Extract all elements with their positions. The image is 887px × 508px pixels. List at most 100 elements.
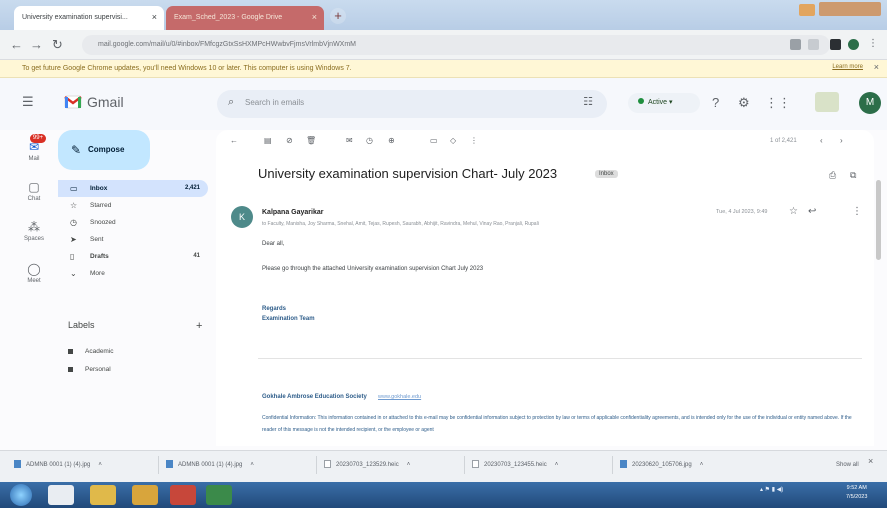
delete-icon[interactable]: 🗑	[306, 136, 316, 145]
profile-avatar-icon[interactable]	[848, 39, 859, 50]
file-icon	[14, 460, 21, 469]
reply-icon[interactable]: ↩	[808, 206, 816, 217]
more-actions-icon[interactable]: ⋮	[470, 136, 478, 145]
sidebar-item-drafts[interactable]: ▯ Drafts 41	[58, 248, 208, 265]
rail-mail[interactable]: ✉ Mail	[14, 140, 54, 162]
help-icon[interactable]: ?	[712, 95, 719, 110]
unread-badge: 99+	[30, 134, 46, 143]
status-selector[interactable]: Active ▾	[628, 93, 700, 113]
browser-tab-drive[interactable]: Exam_Sched_2023 - Google Drive ×	[166, 6, 324, 30]
close-icon[interactable]: ×	[874, 62, 879, 72]
taskbar-app-icon[interactable]	[206, 485, 232, 505]
bookmark-star-icon[interactable]	[808, 39, 819, 50]
labels-icon[interactable]: ◇	[450, 136, 456, 145]
move-to-icon[interactable]: ▭	[430, 136, 438, 145]
kebab-menu-icon[interactable]: ⋮	[868, 38, 878, 49]
sidebar-item-more[interactable]: ⌄ More	[58, 265, 208, 282]
sidebar-item-sent[interactable]: ➤ Sent	[58, 231, 208, 248]
chevron-up-icon[interactable]: ˄	[250, 462, 254, 468]
add-task-icon[interactable]: ⊕	[388, 136, 395, 145]
rail-spaces[interactable]: ⁂ Spaces	[14, 220, 54, 242]
sender-avatar[interactable]: K	[231, 206, 253, 228]
sidebar-item-inbox[interactable]: ▭ Inbox 2,421	[58, 180, 208, 197]
download-item[interactable]: ADMNB 0001 (1) (4).jpg ˄	[14, 457, 102, 473]
hamburger-menu-icon[interactable]: ☰	[22, 94, 34, 110]
forward-icon[interactable]: →	[30, 37, 43, 52]
taskbar-chrome-icon[interactable]	[170, 485, 196, 505]
taskbar-explorer-icon[interactable]	[48, 485, 74, 505]
chevron-up-icon[interactable]: ˄	[555, 462, 559, 468]
taskbar-folder-icon[interactable]	[132, 485, 158, 505]
chevron-up-icon[interactable]: ˄	[700, 462, 704, 468]
chevron-up-icon[interactable]: ˄	[407, 462, 411, 468]
close-icon[interactable]: ×	[868, 456, 873, 466]
system-tray[interactable]: ▴ ⚑ ▮ ◀)	[760, 486, 783, 493]
organization-link[interactable]: www.gokhale.edu	[378, 394, 421, 400]
status-dot-icon	[638, 98, 644, 104]
new-tab-button[interactable]: +	[330, 8, 346, 24]
next-icon[interactable]: ›	[840, 136, 843, 145]
sidebar-item-starred[interactable]: ☆ Starred	[58, 197, 208, 214]
send-icon: ➤	[70, 235, 77, 244]
chevron-up-icon[interactable]: ˄	[98, 462, 102, 468]
extension-icon[interactable]	[830, 39, 841, 50]
apps-grid-icon[interactable]: ⋮⋮	[765, 95, 791, 111]
search-icon[interactable]: ⌕	[228, 96, 234, 109]
recipients-line[interactable]: to Faculty, Manisha, Joy Sharma, Snehal,…	[262, 221, 742, 227]
start-button[interactable]	[10, 484, 32, 506]
share-icon[interactable]	[790, 39, 801, 50]
print-icon[interactable]: ⎙	[829, 170, 836, 181]
search-bar[interactable]: ⌕ Search in emails ☷	[217, 90, 607, 118]
screen: University examination supervisi... × Ex…	[0, 0, 887, 508]
download-filename: 20230620_105706.jpg	[632, 462, 692, 468]
sidebar-item-snoozed[interactable]: ◷ Snoozed	[58, 214, 208, 231]
search-input[interactable]: Search in emails	[245, 98, 304, 107]
taskbar-media-icon[interactable]	[90, 485, 116, 505]
divider	[316, 456, 317, 474]
back-to-inbox-icon[interactable]: ←	[230, 136, 238, 145]
learn-more-link[interactable]: Learn more	[832, 64, 863, 70]
rail-meet[interactable]: ◯ Meet	[14, 262, 54, 284]
open-new-window-icon[interactable]: ⧉	[850, 170, 856, 181]
organization-logo[interactable]	[815, 92, 839, 112]
settings-gear-icon[interactable]: ⚙	[738, 95, 750, 111]
download-filename: ADMNB 0001 (1) (4).jpg	[26, 462, 91, 468]
archive-icon[interactable]: ▤	[264, 136, 272, 145]
report-spam-icon[interactable]: ⊘	[286, 136, 293, 145]
rail-chat[interactable]: ▢ Chat	[14, 180, 54, 202]
download-item[interactable]: ADMNB 0001 (1) (4).jpg ˄	[166, 457, 254, 473]
download-item[interactable]: 20230620_105706.jpg ˄	[620, 457, 703, 473]
close-icon[interactable]: ×	[312, 12, 317, 22]
show-all-downloads-button[interactable]: Show all	[836, 457, 859, 473]
mark-unread-icon[interactable]: ✉	[346, 136, 353, 145]
file-icon	[166, 460, 173, 469]
more-options-icon[interactable]: ⋮	[852, 206, 862, 217]
filter-options-icon[interactable]: ☷	[583, 95, 593, 108]
download-item[interactable]: 20230703_123529.heic ˄	[324, 457, 410, 473]
snooze-icon[interactable]: ◷	[366, 136, 373, 145]
address-bar-row: ← → ↻ mail.google.com/mail/u/0/#inbox/FM…	[0, 30, 887, 60]
add-label-button[interactable]: +	[196, 320, 202, 332]
compose-button[interactable]: ✎ Compose	[58, 130, 150, 170]
file-icon	[324, 460, 331, 469]
back-icon[interactable]: ←	[10, 37, 23, 52]
download-item[interactable]: 20230703_123455.heic ˄	[472, 457, 558, 473]
sender-name[interactable]: Kalpana Gayarikar	[262, 209, 323, 216]
label-item-personal[interactable]: Personal	[68, 366, 111, 373]
email-subject: University examination supervision Chart…	[258, 166, 558, 181]
close-icon[interactable]: ×	[152, 12, 157, 22]
window-controls[interactable]	[819, 2, 881, 16]
star-icon[interactable]: ☆	[789, 206, 798, 217]
browser-tab-gmail[interactable]: University examination supervisi... ×	[14, 6, 164, 30]
inbox-label-chip[interactable]: Inbox	[595, 170, 618, 178]
reload-icon[interactable]: ↻	[52, 37, 63, 53]
account-avatar[interactable]: M	[859, 92, 881, 114]
label-item-academic[interactable]: Academic	[68, 348, 114, 355]
gmail-wordmark: Gmail	[87, 94, 124, 110]
label-name: Personal	[85, 366, 111, 373]
url-field[interactable]: mail.google.com/mail/u/0/#inbox/FMfcgzGt…	[82, 35, 830, 55]
scrollbar[interactable]	[876, 180, 881, 260]
profile-icon[interactable]	[799, 4, 815, 16]
taskbar-clock[interactable]: 9:52 AM 7/5/2023	[846, 484, 867, 502]
prev-icon[interactable]: ‹	[820, 136, 823, 145]
